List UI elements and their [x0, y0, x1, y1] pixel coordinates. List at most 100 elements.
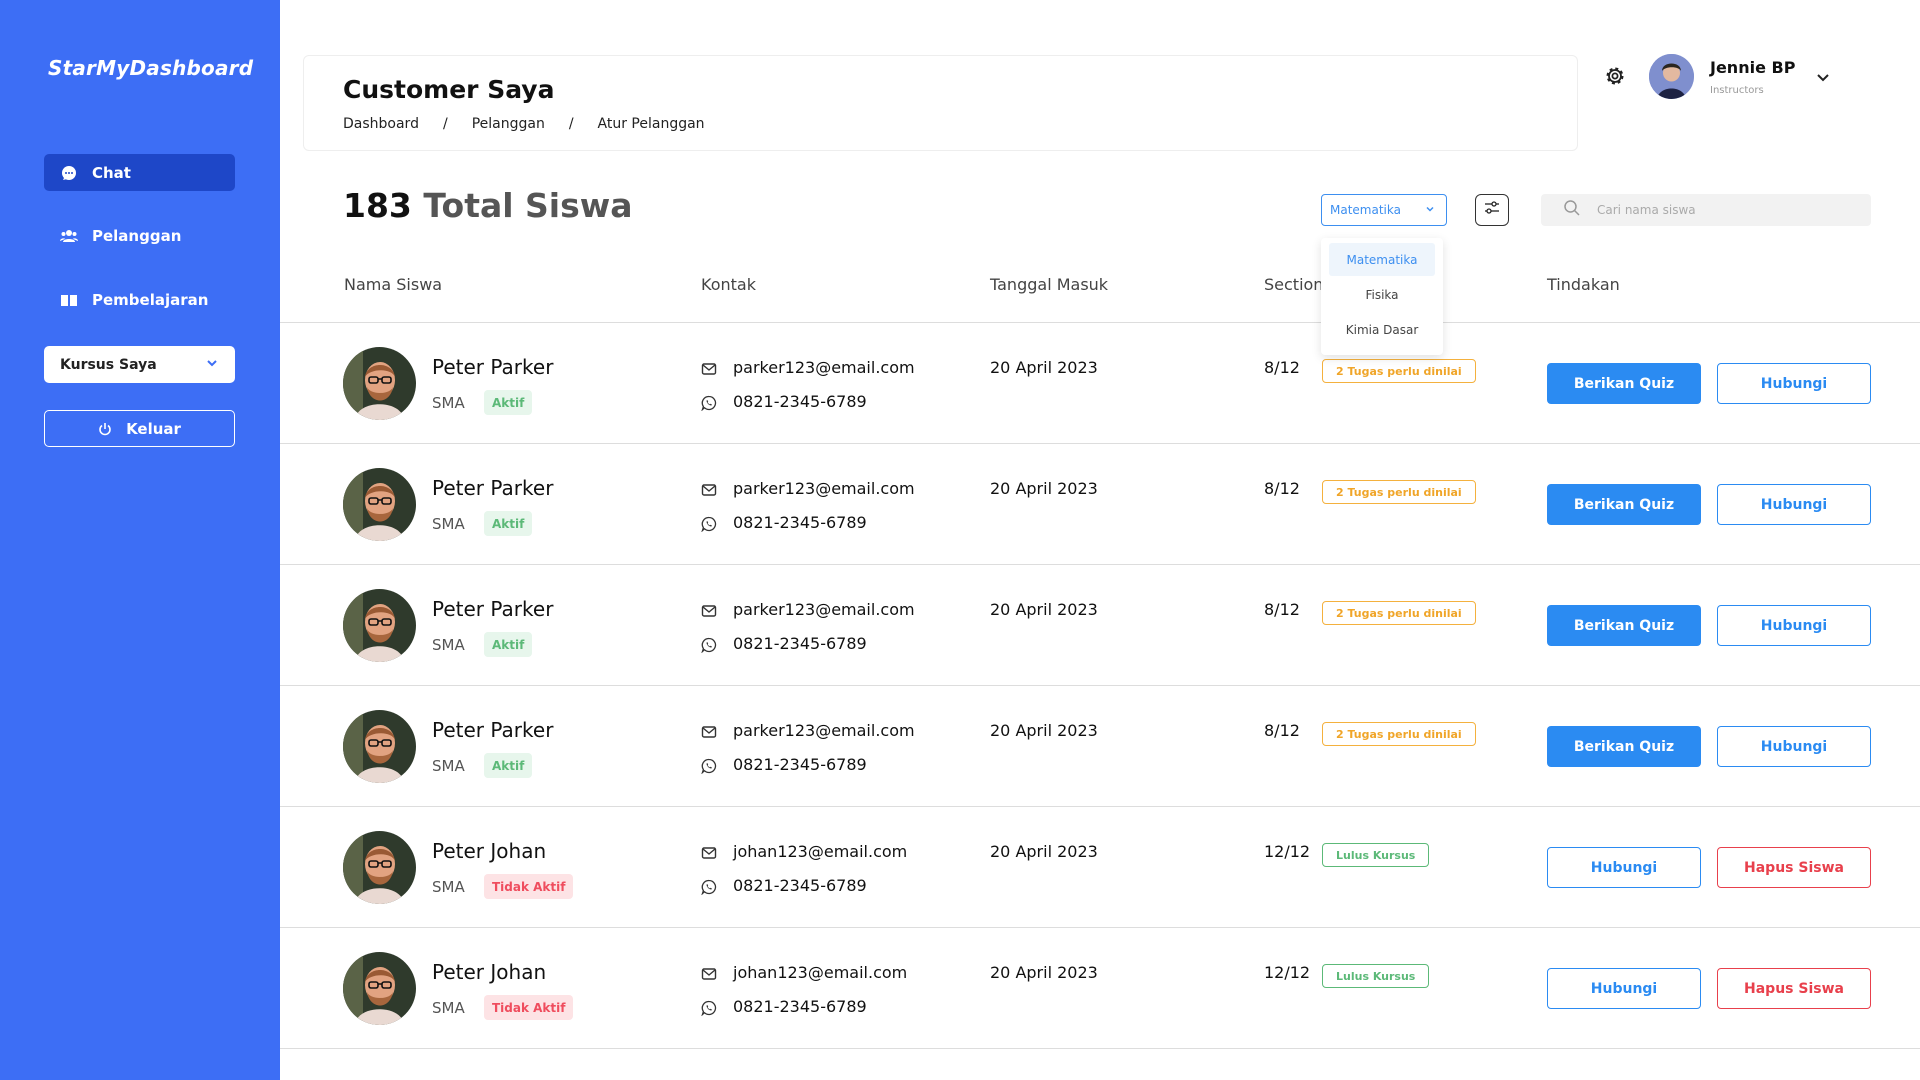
enroll-date: 20 April 2023 [990, 963, 1098, 982]
progress-tag: 2 Tugas perlu dinilai [1322, 480, 1476, 504]
action-button-primary[interactable]: Berikan Quiz [1547, 484, 1701, 525]
column-header-nama-siswa: Nama Siswa [344, 275, 443, 294]
action-button-secondary[interactable]: Hubungi [1717, 363, 1871, 404]
whatsapp-icon [701, 637, 717, 654]
student-phone[interactable]: 0821-2345-6789 [733, 876, 867, 895]
total-count: 183 [343, 186, 412, 225]
whatsapp-icon [701, 879, 717, 896]
breadcrumb-separator: / [442, 116, 448, 132]
mail-icon [701, 845, 717, 861]
section-progress: 12/12 [1264, 963, 1311, 982]
user-name: Jennie BP [1710, 58, 1796, 77]
student-avatar [343, 710, 416, 783]
section-progress: 12/12 [1264, 842, 1311, 861]
student-avatar [343, 952, 416, 1025]
whatsapp-icon [701, 516, 717, 533]
sidebar-item-label: Pelanggan [92, 226, 182, 245]
student-name[interactable]: Peter Parker [432, 355, 553, 379]
mail-icon [701, 966, 717, 982]
progress-tag: 2 Tugas perlu dinilai [1322, 359, 1476, 383]
users-icon [60, 227, 78, 245]
page-header: Customer Saya Dashboard / Pelanggan / At… [303, 55, 1578, 151]
table-row: Peter Johan SMA Tidak Aktif johan123@ema… [280, 807, 1920, 928]
column-header-kontak: Kontak [701, 275, 756, 294]
student-phone[interactable]: 0821-2345-6789 [733, 513, 867, 532]
total-students: 183 Total Siswa [343, 186, 633, 225]
action-button-primary[interactable]: Hubungi [1547, 847, 1701, 888]
progress-tag: 2 Tugas perlu dinilai [1322, 601, 1476, 625]
logout-label: Keluar [126, 419, 181, 438]
subject-dropdown-menu: Matematika Fisika Kimia Dasar [1321, 238, 1443, 355]
table-row: Peter Parker SMA Aktif parker123@email.c… [280, 686, 1920, 807]
sidebar-item-chat[interactable]: Chat [44, 154, 235, 191]
dropdown-option-fisika[interactable]: Fisika [1329, 278, 1435, 311]
status-badge: Aktif [484, 390, 533, 415]
action-button-primary[interactable]: Berikan Quiz [1547, 605, 1701, 646]
mail-icon [701, 482, 717, 498]
action-button-secondary[interactable]: Hubungi [1717, 726, 1871, 767]
student-level: SMA [432, 636, 465, 654]
page-title: Customer Saya [343, 75, 555, 104]
sliders-icon [1483, 199, 1501, 221]
action-button-secondary[interactable]: Hapus Siswa [1717, 968, 1871, 1009]
student-name[interactable]: Peter Parker [432, 718, 553, 742]
student-email[interactable]: parker123@email.com [733, 479, 915, 498]
breadcrumb-atur-pelanggan[interactable]: Atur Pelanggan [598, 116, 705, 132]
column-header-tindakan: Tindakan [1547, 275, 1620, 294]
section-progress: 8/12 [1264, 721, 1300, 740]
student-avatar [343, 831, 416, 904]
student-phone[interactable]: 0821-2345-6789 [733, 392, 867, 411]
student-email[interactable]: johan123@email.com [733, 842, 907, 861]
action-button-primary[interactable]: Berikan Quiz [1547, 726, 1701, 767]
brand-logo[interactable]: StarMyDashboard [48, 56, 253, 80]
student-avatar [343, 468, 416, 541]
dropdown-option-matematika[interactable]: Matematika [1329, 243, 1435, 276]
search-box [1541, 194, 1871, 226]
action-button-secondary[interactable]: Hubungi [1717, 605, 1871, 646]
user-role: Instructors [1710, 85, 1764, 96]
enroll-date: 20 April 2023 [990, 842, 1098, 861]
status-badge: Aktif [484, 753, 533, 778]
student-name[interactable]: Peter Parker [432, 476, 553, 500]
course-select-label: Kursus Saya [60, 356, 157, 373]
action-button-primary[interactable]: Berikan Quiz [1547, 363, 1701, 404]
progress-tag: 2 Tugas perlu dinilai [1322, 722, 1476, 746]
sidebar-item-pelanggan[interactable]: Pelanggan [44, 217, 235, 254]
student-email[interactable]: parker123@email.com [733, 600, 915, 619]
student-name[interactable]: Peter Johan [432, 839, 546, 863]
student-email[interactable]: johan123@email.com [733, 963, 907, 982]
student-phone[interactable]: 0821-2345-6789 [733, 997, 867, 1016]
search-icon [1563, 199, 1581, 221]
dropdown-option-kimia-dasar[interactable]: Kimia Dasar [1329, 313, 1435, 346]
section-progress: 8/12 [1264, 479, 1300, 498]
breadcrumb-dashboard[interactable]: Dashboard [343, 116, 419, 132]
filter-button[interactable] [1475, 194, 1509, 226]
mail-icon [701, 724, 717, 740]
whatsapp-icon [701, 395, 717, 412]
breadcrumb-pelanggan[interactable]: Pelanggan [472, 116, 545, 132]
gear-icon[interactable] [1603, 64, 1627, 88]
chevron-down-icon[interactable] [1814, 68, 1832, 86]
action-button-secondary[interactable]: Hapus Siswa [1717, 847, 1871, 888]
course-select[interactable]: Kursus Saya [44, 346, 235, 383]
student-level: SMA [432, 878, 465, 896]
student-phone[interactable]: 0821-2345-6789 [733, 634, 867, 653]
action-button-primary[interactable]: Hubungi [1547, 968, 1701, 1009]
mail-icon [701, 361, 717, 377]
subject-select[interactable]: Matematika [1321, 194, 1447, 226]
student-email[interactable]: parker123@email.com [733, 721, 915, 740]
student-name[interactable]: Peter Johan [432, 960, 546, 984]
power-icon [98, 422, 112, 436]
avatar[interactable] [1649, 54, 1694, 99]
sidebar-item-pembelajaran[interactable]: Pembelajaran [44, 281, 235, 318]
search-input[interactable] [1597, 203, 1847, 217]
logout-button[interactable]: Keluar [44, 410, 235, 447]
action-button-secondary[interactable]: Hubungi [1717, 484, 1871, 525]
student-phone[interactable]: 0821-2345-6789 [733, 755, 867, 774]
student-level: SMA [432, 999, 465, 1017]
student-name[interactable]: Peter Parker [432, 597, 553, 621]
table-row: Peter Parker SMA Aktif parker123@email.c… [280, 565, 1920, 686]
section-progress: 8/12 [1264, 358, 1300, 377]
table-row: Peter Johan SMA Tidak Aktif johan123@ema… [280, 928, 1920, 1049]
student-email[interactable]: parker123@email.com [733, 358, 915, 377]
